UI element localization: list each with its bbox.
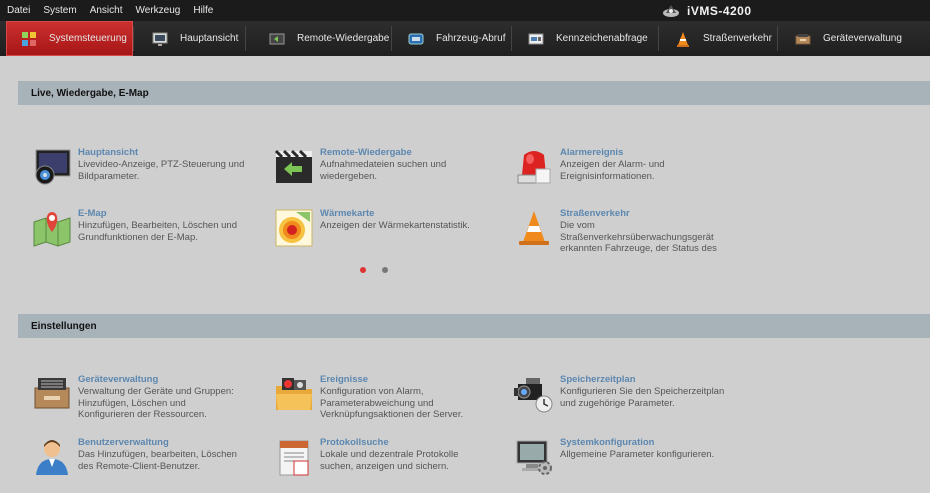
item-desc: Hinzufügen, Bearbeiten, Löschen und xyxy=(78,220,237,231)
playback-icon xyxy=(269,33,285,44)
item-strassenverkehr[interactable]: Straßenverkehr Die vom Straßenverkehrsüb… xyxy=(514,208,729,255)
item-desc: und zugehörige Parameter. xyxy=(560,397,675,409)
car-icon xyxy=(408,33,424,44)
traffic-cone-icon xyxy=(519,211,549,245)
item-title: Alarmereignis xyxy=(560,147,624,158)
item-desc: Parameterabweichung und xyxy=(320,397,434,409)
item-desc: Verwaltung der Geräte und Gruppen: xyxy=(78,386,234,397)
item-title: Straßenverkehr xyxy=(560,208,630,219)
tab-remote-wiedergabe[interactable]: Remote-Wiedergabe xyxy=(245,21,391,56)
item-title: Protokollsuche xyxy=(320,437,389,448)
camera-schedule-icon xyxy=(514,378,553,413)
tab-label: Fahrzeug-Abruf xyxy=(436,33,506,44)
menu-system[interactable]: System xyxy=(36,5,82,16)
tab-label: Kennzeichenabfrage xyxy=(556,33,648,44)
item-desc: Anzeigen der Alarm- und xyxy=(560,159,665,170)
grid-icon xyxy=(22,31,36,46)
section-header-settings: Einstellungen xyxy=(18,314,930,338)
item-desc: Hinzufügen, Löschen und xyxy=(78,397,186,409)
item-title: Benutzerverwaltung xyxy=(78,437,169,448)
item-desc: Aufnahmedateien suchen und xyxy=(320,159,447,170)
tab-systemsteuerung[interactable]: Systemsteuerung xyxy=(6,21,133,56)
item-title: Hauptansicht xyxy=(78,147,139,158)
item-emap[interactable]: E-Map Hinzufügen, Bearbeiten, Löschen un… xyxy=(32,208,247,248)
page-dot[interactable] xyxy=(382,267,388,273)
item-desc: Allgemeine Parameter konfigurieren. xyxy=(560,449,715,460)
item-desc: Lokale und dezentrale Protokolle xyxy=(320,449,459,460)
item-protokollsuche[interactable]: Protokollsuche Lokale und dezentrale Pro… xyxy=(274,437,489,477)
alarm-icon xyxy=(517,151,551,184)
item-desc: Ereignisinformationen. xyxy=(560,170,655,182)
license-plate-icon xyxy=(528,33,544,44)
item-remote-wiedergabe[interactable]: Remote-Wiedergabe Aufnahmedateien suchen… xyxy=(274,147,489,187)
tab-fahrzeug-abruf[interactable]: Fahrzeug-Abruf xyxy=(391,21,511,56)
item-title: Geräteverwaltung xyxy=(78,374,159,385)
item-desc: Livevideo-Anzeige, PTZ-Steuerung und xyxy=(78,159,245,170)
item-alarmereignis[interactable]: Alarmereignis Anzeigen der Alarm- und Er… xyxy=(514,147,729,187)
control-panel: Live, Wiedergabe, E-Map Hauptansicht Liv… xyxy=(0,56,930,493)
menu-ansicht[interactable]: Ansicht xyxy=(83,5,129,16)
item-desc: Konfigurieren Sie den Speicherzeitplan xyxy=(560,386,725,397)
system-config-icon xyxy=(516,440,552,475)
tab-kennzeichenabfrage[interactable]: Kennzeichenabfrage xyxy=(511,21,658,56)
emap-icon xyxy=(33,212,71,247)
item-ereignisse[interactable]: Ereignisse Konfiguration von Alarm, Para… xyxy=(274,374,489,421)
menu-datei[interactable]: Datei xyxy=(0,5,36,16)
heatmap-icon xyxy=(275,209,313,247)
device-icon xyxy=(795,33,811,44)
item-desc: Straßenverkehrsüberwachungsgerät xyxy=(560,231,714,243)
item-desc: Verknüpfungsaktionen der Server. xyxy=(320,409,464,421)
item-desc: Konfiguration von Alarm, xyxy=(320,386,424,397)
item-title: E-Map xyxy=(78,208,107,219)
tab-hauptansicht[interactable]: Hauptansicht xyxy=(133,21,245,56)
item-desc: Bildparameter. xyxy=(78,170,140,182)
section-header-live: Live, Wiedergabe, E-Map xyxy=(18,81,930,105)
item-speicherzeitplan[interactable]: Speicherzeitplan Konfigurieren Sie den S… xyxy=(514,374,729,414)
traffic-cone-icon xyxy=(677,31,689,47)
tab-label: Straßenverkehr xyxy=(703,33,772,44)
item-title: Wärmekarte xyxy=(320,208,375,219)
app-name: iVMS-4200 xyxy=(687,3,752,18)
item-desc: des Remote-Client-Benutzer. xyxy=(78,460,200,472)
item-title: Ereignisse xyxy=(320,374,369,385)
ivms-logo-icon xyxy=(663,4,679,17)
tab-label: Geräteverwaltung xyxy=(823,33,902,44)
item-desc: Konfigurieren der Ressourcen. xyxy=(78,409,207,421)
item-geraeteverwaltung[interactable]: Geräteverwaltung Verwaltung der Geräte u… xyxy=(32,374,247,421)
tab-geraeteverwaltung[interactable]: Geräteverwaltung xyxy=(777,21,929,56)
tab-strassenverkehr[interactable]: Straßenverkehr xyxy=(658,21,777,56)
menu-werkzeug[interactable]: Werkzeug xyxy=(129,5,187,16)
item-waermekarte[interactable]: Wärmekarte Anzeigen der Wärmekartenstati… xyxy=(274,208,489,248)
main-view-icon xyxy=(35,149,71,185)
app-title: iVMS-4200 xyxy=(662,2,752,19)
device-management-icon xyxy=(34,378,70,409)
page-dot-active[interactable] xyxy=(360,267,366,273)
item-title: Remote-Wiedergabe xyxy=(320,147,412,158)
item-benutzerverwaltung[interactable]: Benutzerverwaltung Das Hinzufügen, bearb… xyxy=(32,437,247,477)
item-systemkonfiguration[interactable]: Systemkonfiguration Allgemeine Parameter… xyxy=(514,437,729,477)
item-title: Speicherzeitplan xyxy=(560,374,636,385)
tab-bar: Systemsteuerung Hauptansicht Remote-Wied… xyxy=(0,21,930,56)
menu-hilfe[interactable]: Hilfe xyxy=(186,5,219,16)
menu-bar: Datei System Ansicht Werkzeug Hilfe xyxy=(0,0,930,21)
tab-label: Systemsteuerung xyxy=(49,33,127,44)
events-folder-icon xyxy=(276,378,312,410)
item-desc: suchen, anzeigen und sichern. xyxy=(320,460,449,472)
tab-label: Hauptansicht xyxy=(180,33,239,44)
item-hauptansicht[interactable]: Hauptansicht Livevideo-Anzeige, PTZ-Steu… xyxy=(32,147,247,187)
item-desc: erkannten Fahrzeuge, der Status des xyxy=(560,243,717,255)
user-icon xyxy=(36,440,68,475)
page-indicator xyxy=(360,267,388,273)
monitor-icon xyxy=(152,32,168,46)
item-desc: wiedergeben. xyxy=(320,170,378,182)
item-desc: Die vom xyxy=(560,220,595,231)
item-desc: Das Hinzufügen, bearbeiten, Löschen xyxy=(78,449,237,460)
tab-label: Remote-Wiedergabe xyxy=(297,33,390,44)
item-title: Systemkonfiguration xyxy=(560,437,655,448)
item-desc: Anzeigen der Wärmekartenstatistik. xyxy=(320,220,470,231)
remote-playback-icon xyxy=(274,149,312,183)
item-desc: Grundfunktionen der E-Map. xyxy=(78,231,198,243)
log-calendar-icon xyxy=(279,440,309,476)
